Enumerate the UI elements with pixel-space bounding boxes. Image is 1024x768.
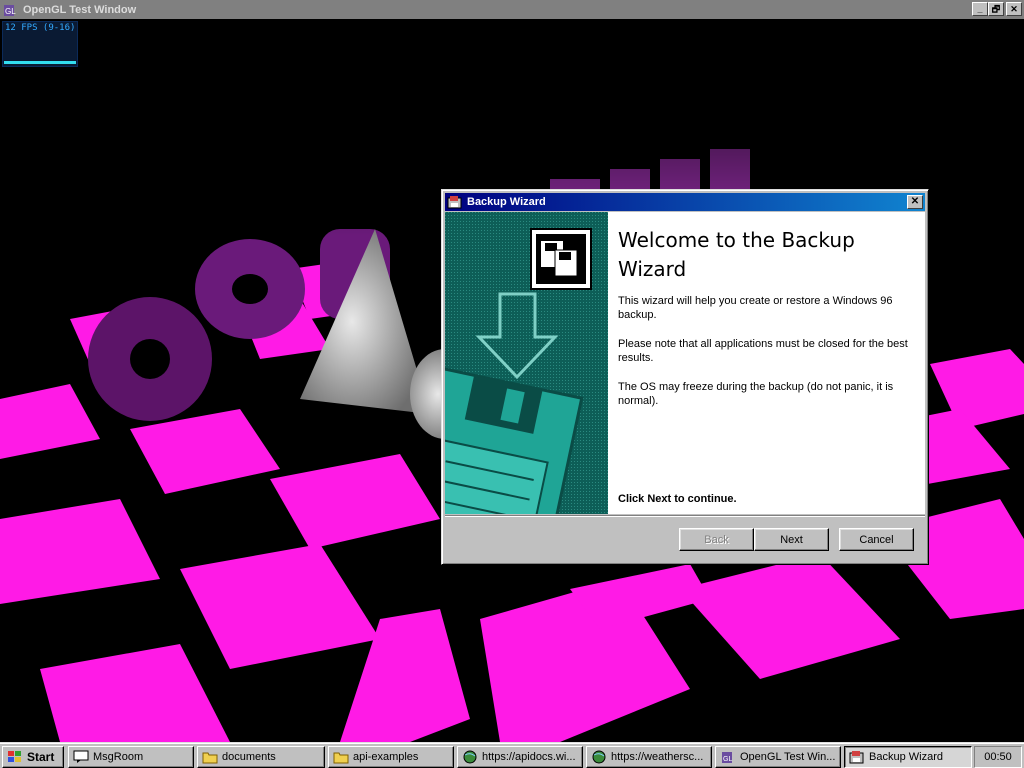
floppy-arrow-illustration xyxy=(445,212,608,514)
taskbar: Start MsgRoom documents api-examples htt… xyxy=(0,742,1024,768)
wizard-continue-text: Click Next to continue. xyxy=(618,493,737,505)
taskbar-item-label: MsgRoom xyxy=(93,751,144,763)
minimize-button[interactable]: _ xyxy=(972,2,988,16)
wizard-separator xyxy=(445,515,925,517)
taskbar-item-msgroom[interactable]: MsgRoom xyxy=(68,746,194,768)
chat-icon xyxy=(73,750,89,763)
next-button[interactable]: Next xyxy=(754,528,829,551)
backup-wizard-dialog[interactable]: Backup Wizard ✕ Welcome to the Backup Wi… xyxy=(441,189,929,565)
wizard-content: Welcome to the Backup Wizard This wizard… xyxy=(608,212,925,514)
close-button[interactable]: ✕ xyxy=(1006,2,1022,16)
wizard-paragraph: The OS may freeze during the backup (do … xyxy=(618,381,894,407)
taskbar-item-documents[interactable]: documents xyxy=(197,746,325,768)
taskbar-item-api-examples[interactable]: api-examples xyxy=(328,746,454,768)
taskbar-item-weather[interactable]: https://weathersc... xyxy=(586,746,712,768)
taskbar-item-backup-wizard[interactable]: Backup Wizard xyxy=(844,746,972,768)
start-button[interactable]: Start xyxy=(2,746,64,768)
wizard-paragraph: This wizard will help you create or rest… xyxy=(618,295,893,321)
wizard-body: Welcome to the Backup Wizard This wizard… xyxy=(445,212,925,514)
taskbar-item-opengl[interactable]: GL OpenGL Test Win... xyxy=(715,746,841,768)
globe-icon xyxy=(463,750,477,764)
cancel-button[interactable]: Cancel xyxy=(839,528,914,551)
opengl-window-title: OpenGL Test Window xyxy=(23,3,137,16)
folder-icon xyxy=(333,752,349,764)
maximize-button[interactable]: 🗗 xyxy=(988,2,1004,16)
backup-icon xyxy=(447,196,462,209)
fps-overlay: 12 FPS (9-16) xyxy=(2,21,78,67)
fps-graph xyxy=(4,61,76,64)
taskbar-item-label: api-examples xyxy=(353,751,419,763)
taskbar-item-label: https://apidocs.wi... xyxy=(482,751,576,763)
back-button[interactable]: Back xyxy=(679,528,754,551)
taskbar-item-apidocs[interactable]: https://apidocs.wi... xyxy=(457,746,583,768)
taskbar-item-label: https://weathersc... xyxy=(611,751,704,763)
fps-counter: 12 FPS (9-16) xyxy=(5,23,76,33)
wizard-heading: Welcome to the Backup Wizard xyxy=(618,228,855,281)
backup-icon xyxy=(849,751,864,764)
taskbar-item-label: OpenGL Test Win... xyxy=(740,751,836,763)
globe-icon xyxy=(592,750,606,764)
taskbar-clock[interactable]: 00:50 xyxy=(974,746,1022,768)
taskbar-item-label: documents xyxy=(222,751,276,763)
wizard-close-button[interactable]: ✕ xyxy=(907,195,923,209)
wizard-title: Backup Wizard xyxy=(467,196,546,208)
windows-logo-icon xyxy=(8,751,21,762)
folder-icon xyxy=(202,752,218,764)
wizard-side-banner xyxy=(445,212,608,514)
svg-text:GL: GL xyxy=(5,7,16,16)
svg-text:GL: GL xyxy=(723,756,732,763)
wizard-paragraph: Please note that all applications must b… xyxy=(618,338,908,364)
opengl-titlebar[interactable]: GL OpenGL Test Window _ 🗗 ✕ xyxy=(0,0,1024,19)
start-label: Start xyxy=(27,750,55,764)
opengl-app-icon: GL xyxy=(4,4,16,16)
taskbar-item-label: Backup Wizard xyxy=(869,751,943,763)
wizard-titlebar[interactable]: Backup Wizard ✕ xyxy=(445,193,925,211)
opengl-icon: GL xyxy=(722,752,732,763)
